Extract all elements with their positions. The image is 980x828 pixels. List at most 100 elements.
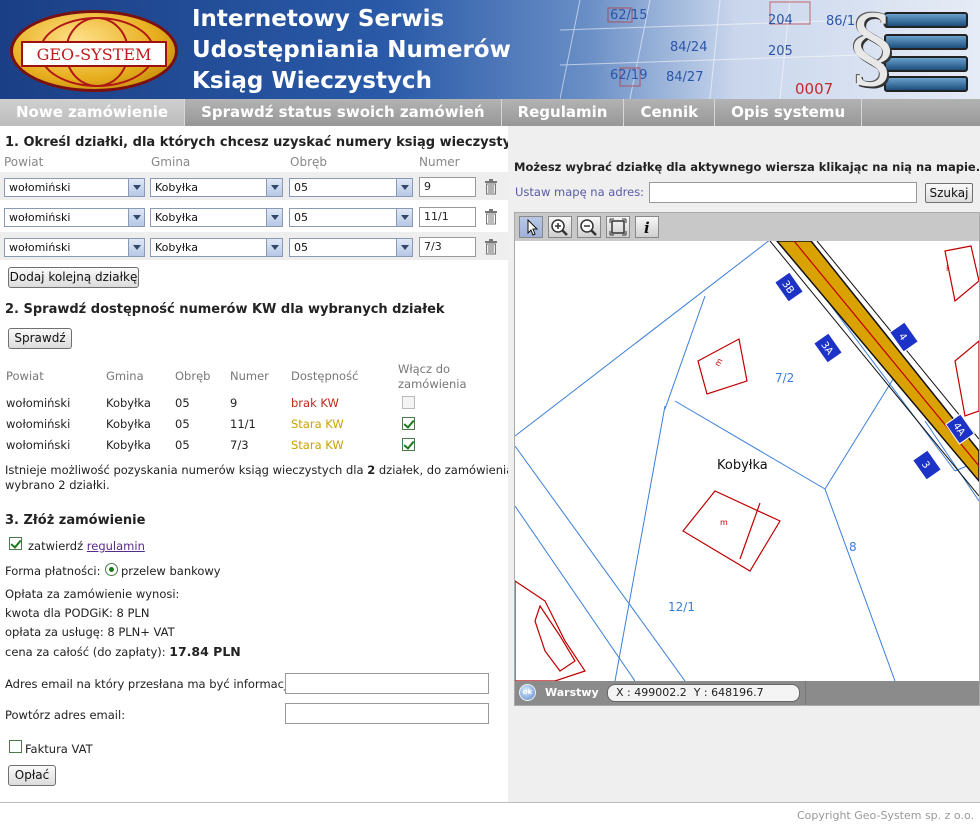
site-title-line: Udostępniania Numerów bbox=[192, 37, 511, 63]
header-parcel-number: 62/15 bbox=[610, 8, 648, 23]
map-canvas[interactable]: 3B 3A 4 4A 3 7/2 8 12/1 Kobyłka m m i bbox=[515, 241, 979, 681]
nav-order-status[interactable]: Sprawdź status swoich zamówień bbox=[185, 99, 502, 126]
zoom-extent-icon[interactable] bbox=[606, 216, 630, 238]
step2-heading: 2. Sprawdź dostępność numerów KW dla wyb… bbox=[5, 302, 445, 317]
include-checkbox[interactable] bbox=[402, 438, 415, 451]
numer-input[interactable]: 9 bbox=[419, 177, 476, 197]
site-title-line: Ksiąg Wieczystych bbox=[192, 68, 432, 94]
fee-service: opłata za usługę: 8 PLN+ VAT bbox=[5, 625, 175, 639]
table-cell: Kobyłka bbox=[106, 417, 151, 431]
table-header-obreb: Obręb bbox=[175, 369, 211, 383]
powiat-select[interactable]: wołomiński bbox=[4, 208, 145, 227]
copyright-text: Copyright Geo-System sp. z o.o. bbox=[797, 809, 974, 822]
trash-icon[interactable] bbox=[484, 239, 498, 255]
place-label: Kobyłka bbox=[717, 458, 768, 473]
nav-new-order[interactable]: Nowe zamówienie bbox=[0, 99, 186, 126]
email-input[interactable] bbox=[285, 673, 489, 694]
select-pointer-icon[interactable] bbox=[519, 216, 543, 238]
nav-regulations[interactable]: Regulamin bbox=[502, 99, 625, 126]
zoom-out-icon[interactable] bbox=[577, 216, 601, 238]
section-sign-glyph: § bbox=[850, 0, 894, 99]
invoice-label: Faktura VAT bbox=[25, 742, 93, 756]
chevron-down-icon bbox=[266, 209, 282, 226]
obreb-select[interactable]: 05 bbox=[289, 178, 413, 197]
nav-price-list[interactable]: Cennik bbox=[624, 99, 716, 126]
logo-text: GEO-SYSTEM bbox=[21, 41, 167, 67]
chevron-down-icon bbox=[396, 239, 412, 256]
chevron-down-icon bbox=[128, 179, 144, 196]
road bbox=[769, 241, 979, 497]
availability-info: Istnieje możliwość pozyskania numerów ks… bbox=[5, 463, 513, 477]
check-availability-button[interactable]: Sprawdź bbox=[8, 328, 72, 349]
table-header-powiat: Powiat bbox=[6, 369, 44, 383]
fee-podgik: kwota dla PODGiK: 8 PLN bbox=[5, 606, 150, 620]
gmina-select[interactable]: Kobyłka bbox=[150, 178, 283, 197]
invoice-checkbox[interactable] bbox=[9, 740, 22, 753]
paragraph-bar bbox=[884, 12, 968, 28]
col-label-powiat: Powiat bbox=[4, 155, 44, 169]
map-viewer[interactable]: i 3B 3A 4 4A 3 7/2 8 12/1 Kobyłka m m i … bbox=[514, 212, 980, 706]
status-divider bbox=[805, 681, 806, 705]
gmina-value: Kobyłka bbox=[155, 211, 198, 224]
fee-title: Opłata za zamówienie wynosi: bbox=[5, 587, 180, 601]
add-parcel-button[interactable]: Dodaj kolejną działkę bbox=[8, 267, 139, 288]
geo-system-logo: GEO-SYSTEM bbox=[10, 10, 178, 92]
col-label-obreb: Obręb bbox=[290, 155, 327, 169]
include-checkbox[interactable] bbox=[402, 417, 415, 430]
table-cell: Kobyłka bbox=[106, 396, 151, 410]
paragraph-bar bbox=[884, 76, 968, 92]
address-input[interactable] bbox=[649, 182, 917, 203]
layers-label[interactable]: Warstwy bbox=[545, 686, 599, 699]
parcel-label: 8 bbox=[849, 540, 857, 554]
obreb-value: 05 bbox=[294, 211, 308, 224]
search-button[interactable]: Szukaj bbox=[925, 183, 973, 203]
map-hint: Możesz wybrać działkę dla aktywnego wier… bbox=[514, 160, 980, 174]
footer: Copyright Geo-System sp. z o.o. bbox=[0, 802, 980, 828]
obreb-value: 05 bbox=[294, 181, 308, 194]
map-panel: Możesz wybrać działkę dla aktywnego wier… bbox=[508, 126, 980, 802]
layers-ok-icon[interactable]: ok bbox=[519, 684, 536, 701]
gmina-select[interactable]: Kobyłka bbox=[150, 208, 283, 227]
payment-radio[interactable] bbox=[105, 563, 118, 576]
pay-button[interactable]: Opłać bbox=[8, 765, 56, 786]
obreb-value: 05 bbox=[294, 241, 308, 254]
address-label: Ustaw mapę na adres: bbox=[515, 185, 645, 199]
payment-option-label: przelew bankowy bbox=[121, 564, 221, 578]
obreb-select[interactable]: 05 bbox=[289, 238, 413, 257]
total-value: 17.84 PLN bbox=[169, 644, 241, 659]
powiat-select[interactable]: wołomiński bbox=[4, 238, 145, 257]
trash-icon[interactable] bbox=[484, 179, 498, 195]
regulations-link[interactable]: regulamin bbox=[87, 539, 145, 553]
email-repeat-input[interactable] bbox=[285, 703, 489, 724]
email-repeat-label: Powtórz adres email: bbox=[5, 708, 126, 722]
powiat-value: wołomiński bbox=[9, 181, 71, 194]
powiat-value: wołomiński bbox=[9, 211, 71, 224]
building-mark: m bbox=[713, 357, 725, 368]
col-label-numer: Numer bbox=[419, 155, 460, 169]
accept-terms-checkbox[interactable] bbox=[9, 537, 22, 550]
email-label: Adres email na który przesłana ma być in… bbox=[5, 677, 299, 691]
include-checkbox bbox=[402, 396, 415, 409]
gmina-select[interactable]: Kobyłka bbox=[150, 238, 283, 257]
chevron-down-icon bbox=[266, 179, 282, 196]
powiat-select[interactable]: wołomiński bbox=[4, 178, 145, 197]
header-parcel-number: 84/27 bbox=[666, 70, 704, 85]
table-header-numer: Numer bbox=[230, 369, 269, 383]
numer-input[interactable]: 7/3 bbox=[419, 237, 476, 257]
col-label-gmina: Gmina bbox=[151, 155, 191, 169]
header-parcel-number: 0007 bbox=[795, 80, 834, 98]
nav-system-description[interactable]: Opis systemu bbox=[715, 99, 863, 126]
table-cell: 7/3 bbox=[230, 438, 249, 452]
table-cell: 05 bbox=[175, 438, 190, 452]
zoom-in-icon[interactable] bbox=[548, 216, 572, 238]
info-icon[interactable]: i bbox=[635, 216, 659, 238]
table-header-dostepnosc: Dostępność bbox=[291, 369, 359, 383]
paragraph-bar bbox=[884, 56, 968, 72]
header-parcel-number: 205 bbox=[768, 44, 793, 59]
table-header-include: Włącz do bbox=[398, 362, 451, 376]
table-cell: 05 bbox=[175, 396, 190, 410]
total-label: cena za całość (do zapłaty): bbox=[5, 645, 170, 659]
trash-icon[interactable] bbox=[484, 209, 498, 225]
obreb-select[interactable]: 05 bbox=[289, 208, 413, 227]
numer-input[interactable]: 11/1 bbox=[419, 207, 476, 227]
